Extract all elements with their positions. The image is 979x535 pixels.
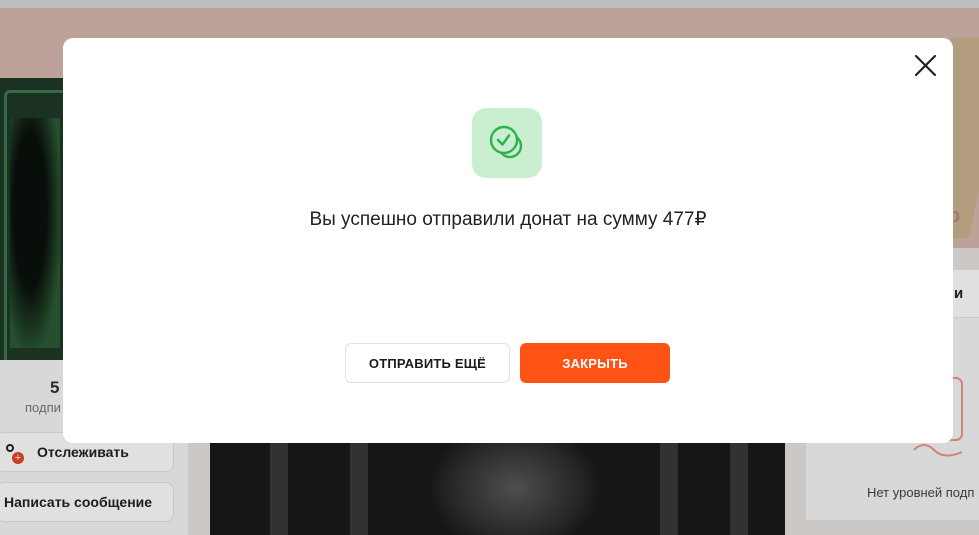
- send-again-button[interactable]: ОТПРАВИТЬ ЕЩЁ: [345, 343, 510, 383]
- donation-success-modal: Вы успешно отправили донат на сумму 477₽…: [63, 38, 953, 443]
- close-button[interactable]: ЗАКРЫТЬ: [520, 343, 670, 383]
- close-icon[interactable]: [913, 53, 938, 78]
- success-message: Вы успешно отправили донат на сумму 477₽: [309, 209, 707, 230]
- success-icon-badge: [472, 108, 542, 178]
- coins-check-icon: [489, 125, 523, 159]
